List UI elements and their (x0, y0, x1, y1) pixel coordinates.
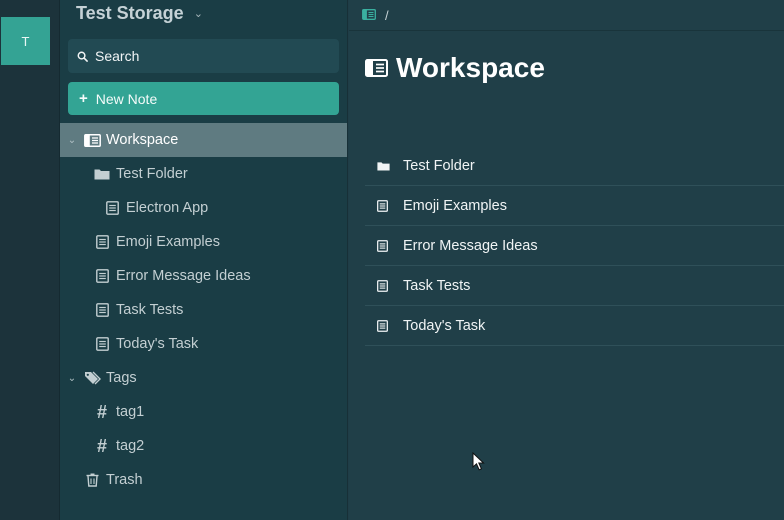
sidebar-item-label: Trash (106, 472, 143, 488)
trash-icon (83, 473, 101, 487)
storage-name: Test Storage (76, 2, 184, 23)
sidebar-item-label: Today's Task (116, 336, 199, 352)
breadcrumb: / (349, 0, 784, 31)
note-icon (93, 235, 111, 249)
note-icon (365, 199, 403, 212)
list-item[interactable]: Test Folder (365, 146, 784, 186)
folder-icon (93, 168, 111, 180)
sidebar-item-label: Emoji Examples (116, 234, 220, 250)
page-title-text: Workspace (396, 52, 545, 83)
chevron-down-icon[interactable]: ⌄ (66, 135, 78, 146)
search-button[interactable]: Search (68, 39, 339, 73)
storage-switcher[interactable]: Test Storage ⌄ (76, 2, 203, 24)
new-note-label: New Note (95, 90, 158, 107)
workspace-icon[interactable] (362, 8, 376, 23)
search-label: Search (95, 48, 140, 64)
list-item[interactable]: Emoji Examples (365, 186, 784, 226)
tags-icon (83, 371, 101, 385)
search-icon (77, 51, 88, 62)
sidebar-item-tag1[interactable]: # tag1 (60, 395, 347, 429)
sidebar-item-tag2[interactable]: # tag2 (60, 429, 347, 463)
sidebar-item-label: Task Tests (116, 302, 184, 318)
sidebar-item-tags[interactable]: ⌄ Tags (60, 361, 347, 395)
list-item-label: Task Tests (403, 277, 471, 294)
hash-icon: # (96, 401, 107, 422)
folder-icon (365, 161, 403, 171)
chevron-down-icon: ⌄ (193, 7, 203, 20)
note-icon (365, 239, 403, 252)
sidebar-item-emoji-examples[interactable]: Emoji Examples (60, 225, 347, 259)
sidebar-item-trash[interactable]: Trash (60, 463, 347, 497)
workspace-icon (83, 133, 101, 147)
list-item-label: Error Message Ideas (403, 237, 538, 254)
note-list: Test Folder Emoji Examples Error Message… (365, 146, 784, 346)
note-icon (365, 279, 403, 292)
list-item-label: Test Folder (403, 157, 475, 174)
sidebar-item-electron-app[interactable]: Electron App (60, 191, 347, 225)
sidebar-item-task-tests[interactable]: Task Tests (60, 293, 347, 327)
storage-avatar[interactable]: T (1, 17, 50, 65)
note-icon (103, 201, 121, 215)
sidebar-item-label: Electron App (126, 200, 209, 216)
sidebar-item-label: Tags (106, 370, 137, 386)
sidebar-item-todays-task[interactable]: Today's Task (60, 327, 347, 361)
sidebar-item-test-folder[interactable]: Test Folder (60, 157, 347, 191)
note-icon (93, 269, 111, 283)
chevron-down-icon[interactable]: ⌄ (66, 373, 78, 384)
main-panel: / Workspace Test Folder Emoji Examples E… (349, 0, 784, 520)
sidebar: Test Storage ⌄ Search + New Note ⌄ Works… (60, 0, 348, 520)
plus-icon: + (79, 90, 88, 107)
note-icon (93, 303, 111, 317)
note-icon (93, 337, 111, 351)
sidebar-item-label: Workspace (106, 132, 179, 148)
list-item-label: Emoji Examples (403, 197, 507, 214)
list-item-label: Today's Task (403, 317, 486, 334)
breadcrumb-separator: / (385, 7, 389, 23)
sidebar-item-error-message-ideas[interactable]: Error Message Ideas (60, 259, 347, 293)
list-item[interactable]: Error Message Ideas (365, 226, 784, 266)
storage-rail: T (0, 0, 60, 520)
hash-icon: # (96, 435, 107, 456)
page-title: Workspace (365, 52, 545, 84)
mouse-cursor-icon (472, 452, 485, 471)
sidebar-item-label: tag1 (116, 404, 145, 420)
list-item[interactable]: Today's Task (365, 306, 784, 346)
note-icon (365, 319, 403, 332)
sidebar-item-label: Error Message Ideas (116, 268, 251, 284)
sidebar-item-label: tag2 (116, 438, 145, 454)
workspace-icon (365, 52, 388, 84)
list-item[interactable]: Task Tests (365, 266, 784, 306)
new-note-button[interactable]: + New Note (68, 82, 339, 115)
sidebar-item-label: Test Folder (116, 166, 188, 182)
sidebar-item-workspace[interactable]: ⌄ Workspace (60, 123, 347, 157)
